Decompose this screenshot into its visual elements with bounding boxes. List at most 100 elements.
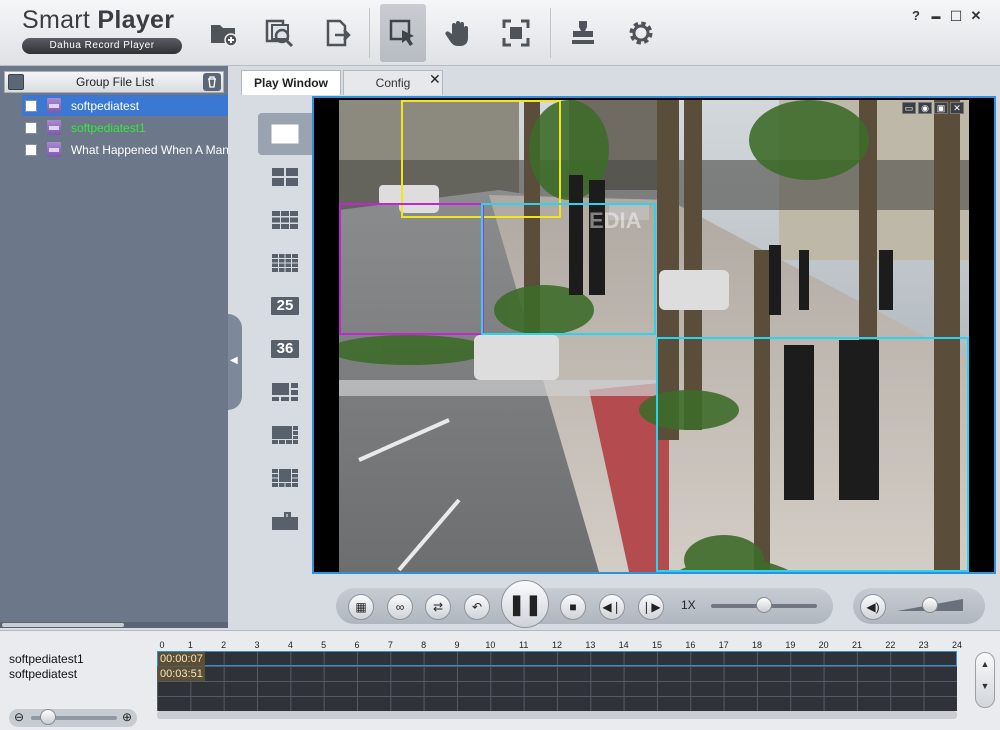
help-button[interactable]: ? xyxy=(908,8,924,24)
mute-button[interactable]: ◀) xyxy=(860,594,886,620)
detection-box[interactable] xyxy=(401,100,561,218)
timeline-channel-name: softpediatest1 xyxy=(9,652,84,666)
video-window[interactable]: EDIA ▭ ◉ ▣ ✕ xyxy=(312,96,996,574)
maximize-button[interactable]: ☐ xyxy=(948,8,964,24)
file-list-header: Group File List xyxy=(4,71,224,93)
scrollbar-thumb[interactable] xyxy=(2,623,124,627)
rewind-button[interactable]: ↶ xyxy=(464,594,490,620)
delete-button[interactable] xyxy=(203,73,221,91)
layout-1x1-icon xyxy=(271,124,299,144)
timeline-channel-names: softpediatest1 softpediatest xyxy=(9,652,84,682)
video-overlay-controls: ▭ ◉ ▣ ✕ xyxy=(902,102,964,114)
fullscreen-button[interactable] xyxy=(493,10,539,56)
timeline-hour-label: 22 xyxy=(885,640,896,650)
camera-icon[interactable]: ▣ xyxy=(934,102,948,114)
layout-8-button[interactable] xyxy=(258,414,312,456)
timeline-hour-label: 10 xyxy=(485,640,496,650)
file-list-scrollbar[interactable] xyxy=(0,622,228,628)
timeline-hour-label: 17 xyxy=(718,640,729,650)
chevron-left-icon: ◀ xyxy=(230,355,238,366)
export-file-button[interactable] xyxy=(314,10,360,56)
layout-4x4-icon xyxy=(272,254,298,272)
sync-play-button[interactable]: ∞ xyxy=(387,594,413,620)
top-toolbar: Smart Player Dahua Record Player ? ▬ ☐ ✕ xyxy=(0,0,1000,66)
layout-1plus7-icon xyxy=(272,426,298,444)
close-button[interactable]: ✕ xyxy=(968,8,984,24)
layout-4-button[interactable] xyxy=(258,156,312,198)
stop-button[interactable]: ■ xyxy=(560,594,586,620)
zoom-slider-knob[interactable] xyxy=(40,709,57,725)
timeline-hour-label: 13 xyxy=(585,640,596,650)
stop-icon: ■ xyxy=(569,600,577,614)
timeline-scrollbar[interactable] xyxy=(157,711,957,719)
timeline-hour-label: 4 xyxy=(287,640,293,650)
file-list-panel: Group File List softpediatest softpediat… xyxy=(0,66,228,628)
shuffle-button[interactable]: ⇄ xyxy=(425,594,451,620)
settings-button[interactable] xyxy=(618,10,664,56)
timeline-selected-row[interactable] xyxy=(157,651,957,666)
volume-slider-knob[interactable] xyxy=(922,597,938,613)
scroll-up-icon[interactable]: ▲ xyxy=(976,659,994,669)
speed-slider-knob[interactable] xyxy=(756,597,772,613)
app-title: Smart Player xyxy=(22,6,175,34)
collapse-panel-handle[interactable]: ◀ xyxy=(228,314,242,410)
close-icon[interactable]: ✕ xyxy=(950,102,964,114)
link-icon: ∞ xyxy=(395,600,405,614)
file-checkbox[interactable] xyxy=(25,143,37,156)
video-watermark: EDIA xyxy=(589,208,642,233)
search-file-button[interactable] xyxy=(256,10,302,56)
file-item[interactable]: softpediatest xyxy=(22,95,228,116)
minimize-button[interactable]: ▬ xyxy=(928,8,944,24)
timeline-zoom-control: ⊖ ⊕ xyxy=(9,709,137,727)
file-item[interactable]: What Happened When A Man xyxy=(22,139,228,160)
layout-16-button[interactable] xyxy=(258,242,312,284)
select-tool-button[interactable] xyxy=(380,4,426,62)
mp4-file-icon xyxy=(47,120,61,135)
screen-icon[interactable]: ▭ xyxy=(902,102,916,114)
toolbar-separator xyxy=(550,8,551,58)
open-folder-icon xyxy=(211,25,238,47)
watermark-check-button[interactable] xyxy=(560,10,606,56)
layout-toggle-button[interactable]: ▦ xyxy=(348,594,374,620)
layout-1-button[interactable] xyxy=(258,113,312,155)
step-forward-button[interactable]: ❘▶ xyxy=(638,594,664,620)
grid-icon: ▦ xyxy=(355,600,367,614)
tab-play-window[interactable]: Play Window xyxy=(241,70,341,95)
layout-1plus5-icon xyxy=(272,383,298,401)
detection-box[interactable] xyxy=(656,337,969,572)
file-name: softpediatest xyxy=(71,98,140,113)
file-item[interactable]: softpediatest1 xyxy=(22,117,228,138)
timeline-hour-label: 0 xyxy=(159,640,165,650)
timeline-hour-label: 5 xyxy=(321,640,327,650)
record-icon[interactable]: ◉ xyxy=(918,102,932,114)
timeline-vertical-scroll[interactable]: ▲ ▼ xyxy=(975,652,995,708)
scroll-down-icon[interactable]: ▼ xyxy=(976,681,994,691)
layout-13-button[interactable] xyxy=(258,457,312,499)
detection-box[interactable] xyxy=(339,203,484,335)
tab-config[interactable]: Config xyxy=(343,70,443,95)
layout-9-button[interactable] xyxy=(258,199,312,241)
zoom-out-icon[interactable]: ⊖ xyxy=(14,710,24,724)
file-checkbox[interactable] xyxy=(25,121,37,134)
pause-button[interactable]: ❚❚ xyxy=(501,580,549,628)
layout-custom-button[interactable] xyxy=(258,500,312,542)
file-checkbox[interactable] xyxy=(25,99,37,112)
stamp-icon xyxy=(572,21,594,44)
search-file-icon xyxy=(265,19,294,48)
layout-36-button[interactable]: 36 xyxy=(258,328,312,370)
speed-label: 1X xyxy=(681,598,696,612)
close-tab-icon[interactable]: ✕ xyxy=(429,72,443,86)
layout-6-button[interactable] xyxy=(258,371,312,413)
step-back-button[interactable]: ◀❘ xyxy=(599,594,625,620)
volume-controls: ◀) xyxy=(853,588,985,624)
layout-25-label: 25 xyxy=(271,297,299,315)
timeline-segment-time[interactable]: 00:03:51 xyxy=(158,667,205,681)
pan-tool-button[interactable] xyxy=(436,10,482,56)
open-folder-button[interactable] xyxy=(200,10,246,56)
layout-25-button[interactable]: 25 xyxy=(258,285,312,327)
zoom-in-icon[interactable]: ⊕ xyxy=(122,710,132,724)
timeline-hour-label: 19 xyxy=(785,640,796,650)
timeline-segment-time[interactable]: 00:00:07 xyxy=(158,652,205,666)
pause-icon: ❚❚ xyxy=(508,593,542,616)
hand-pan-icon xyxy=(445,21,468,46)
